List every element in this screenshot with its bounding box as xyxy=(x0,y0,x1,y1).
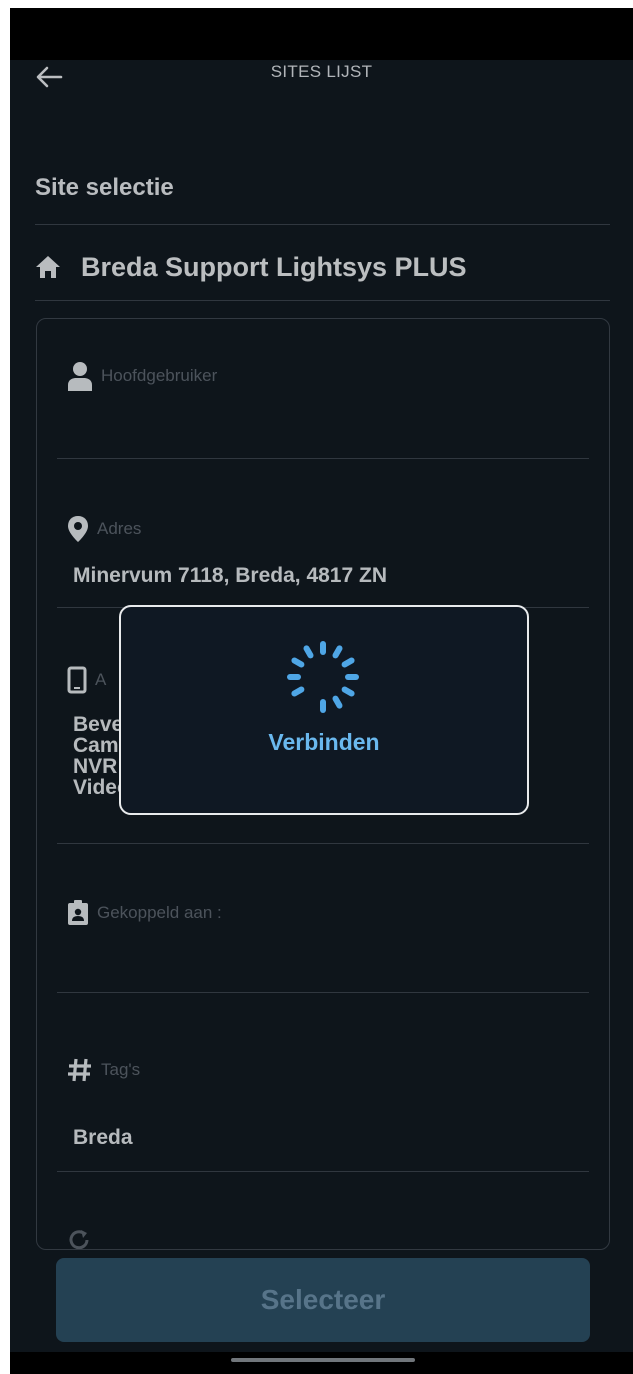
loading-text: Verbinden xyxy=(268,729,380,755)
loading-spinner-icon xyxy=(287,641,359,713)
phone-screen: SITES LIJST Site selectie Breda Support … xyxy=(10,8,633,1374)
loading-dialog: Verbinden xyxy=(119,605,529,815)
